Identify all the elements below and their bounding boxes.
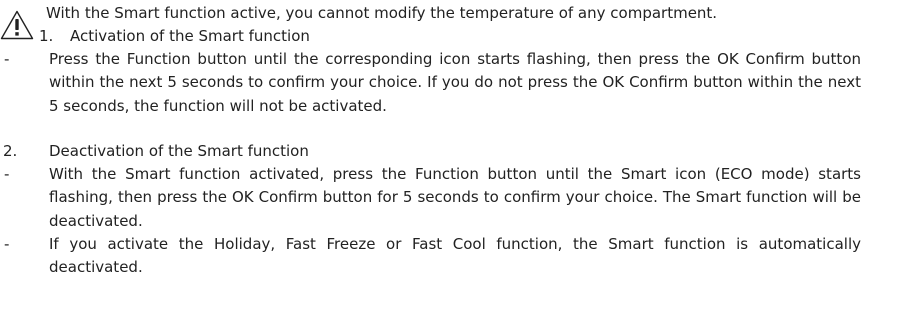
section-title: Deactivation of the Smart function bbox=[49, 142, 309, 160]
section-heading-activation: 1. Activation of the Smart function bbox=[39, 25, 310, 48]
bullet-text: With the Smart function activated, press… bbox=[49, 165, 861, 230]
section-heading-deactivation: 2. Deactivation of the Smart function bbox=[3, 140, 309, 163]
bullet-dash: - bbox=[4, 50, 10, 68]
section-title: Activation of the Smart function bbox=[70, 27, 310, 45]
bullet-dash: - bbox=[4, 235, 10, 253]
warning-text: With the Smart function active, you cann… bbox=[46, 4, 718, 22]
bullet-dash: - bbox=[4, 165, 10, 183]
warning-triangle-icon bbox=[0, 10, 34, 40]
section-number: 2. bbox=[3, 142, 18, 160]
section-number: 1. bbox=[39, 27, 54, 45]
bullet-text: If you activate the Holiday, Fast Freeze… bbox=[49, 235, 861, 277]
manual-page: With the Smart function active, you cann… bbox=[0, 0, 906, 322]
bullet-text: Press the Function button until the corr… bbox=[49, 50, 861, 115]
